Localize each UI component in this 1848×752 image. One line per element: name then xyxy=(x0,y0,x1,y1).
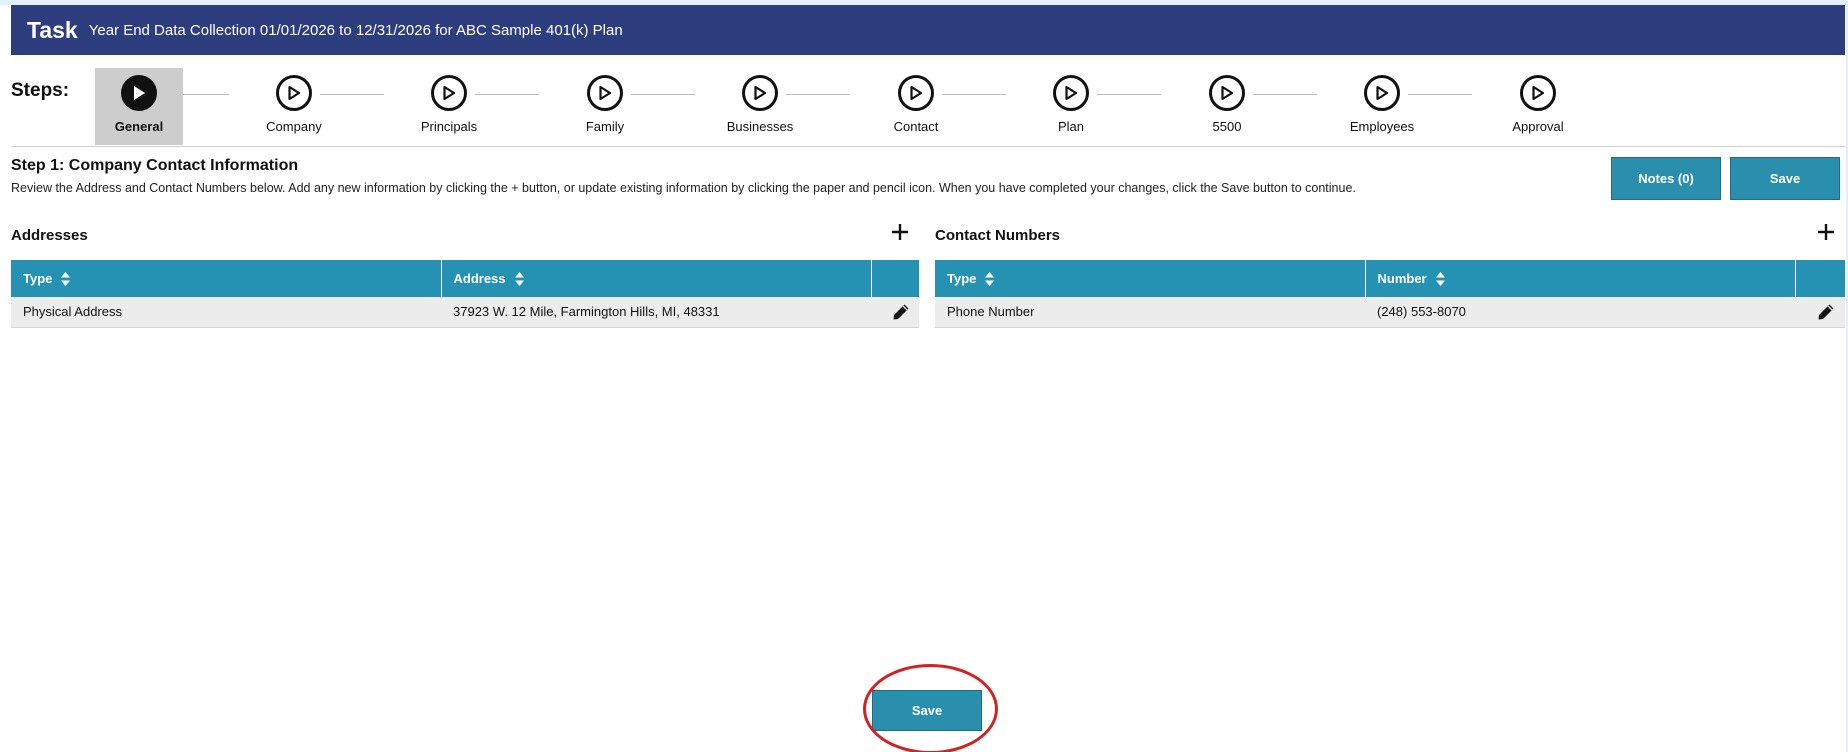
column-header-type[interactable]: Type xyxy=(935,260,1366,297)
edit-cell xyxy=(871,297,919,328)
task-header: Task Year End Data Collection 01/01/2026… xyxy=(11,5,1845,55)
step-label: Businesses xyxy=(726,119,794,134)
step-businesses[interactable]: Businesses xyxy=(716,68,804,145)
play-circle-icon xyxy=(121,75,157,111)
edit-cell xyxy=(1795,297,1845,328)
step-company[interactable]: Company xyxy=(250,68,338,145)
column-header-label: Address xyxy=(453,270,506,286)
step-instructions: Review the Address and Contact Numbers b… xyxy=(11,181,1356,195)
contact-type-cell: Phone Number xyxy=(935,297,1365,328)
step-heading: Step 1: Company Contact Information xyxy=(11,157,299,174)
sort-icon[interactable] xyxy=(985,272,995,287)
column-header-label: Type xyxy=(23,270,53,286)
contact-numbers-table: Type Number Phone Number (248) 553-8070 xyxy=(935,260,1845,328)
step-label: Contact xyxy=(893,119,939,134)
play-circle-icon xyxy=(898,75,934,111)
step-label: Plan xyxy=(1057,119,1085,134)
play-circle-icon xyxy=(1209,75,1245,111)
step-employees[interactable]: Employees xyxy=(1338,68,1426,145)
column-header-type[interactable]: Type xyxy=(11,260,442,297)
step-5500[interactable]: 5500 xyxy=(1183,68,1271,145)
table-header-row: Type Address xyxy=(11,260,919,297)
step-label: 5500 xyxy=(1212,119,1242,134)
table-header-row: Type Number xyxy=(935,260,1845,297)
sort-icon[interactable] xyxy=(1435,272,1445,287)
save-button-bottom[interactable]: Save xyxy=(872,690,982,731)
step-label: Family xyxy=(585,119,625,134)
step-label: Principals xyxy=(420,119,478,134)
step-label: General xyxy=(114,119,164,134)
column-header-actions xyxy=(1795,260,1845,297)
table-row: Physical Address 37923 W. 12 Mile, Farmi… xyxy=(11,297,919,328)
page: Task Year End Data Collection 01/01/2026… xyxy=(0,5,1846,752)
sort-icon[interactable] xyxy=(514,272,524,287)
play-circle-icon xyxy=(1053,75,1089,111)
play-circle-icon xyxy=(742,75,778,111)
play-circle-icon xyxy=(431,75,467,111)
add-contact-plus-icon[interactable] xyxy=(1815,221,1837,243)
address-type-cell: Physical Address xyxy=(11,297,441,328)
task-title: Year End Data Collection 01/01/2026 to 1… xyxy=(88,21,623,39)
step-principals[interactable]: Principals xyxy=(405,68,493,145)
column-header-address[interactable]: Address xyxy=(441,260,872,297)
addresses-table: Type Address Physical Address 37923 W. 1… xyxy=(11,260,919,328)
addresses-title: Addresses xyxy=(11,227,88,244)
step-contact[interactable]: Contact xyxy=(872,68,960,145)
play-circle-icon xyxy=(587,75,623,111)
save-button-top[interactable]: Save xyxy=(1730,157,1840,200)
contact-numbers-title: Contact Numbers xyxy=(935,227,1061,244)
address-value-cell: 37923 W. 12 Mile, Farmington Hills, MI, … xyxy=(441,297,871,328)
column-header-actions xyxy=(871,260,919,297)
steps-bar: Steps: General Company Principals Family… xyxy=(11,63,1845,147)
play-circle-icon xyxy=(1364,75,1400,111)
sort-icon[interactable] xyxy=(61,272,71,287)
column-header-number[interactable]: Number xyxy=(1365,260,1796,297)
pencil-icon[interactable] xyxy=(1817,303,1835,321)
table-row: Phone Number (248) 553-8070 xyxy=(935,297,1845,328)
contact-number-cell: (248) 553-8070 xyxy=(1365,297,1795,328)
step-family[interactable]: Family xyxy=(561,68,649,145)
column-header-label: Type xyxy=(947,270,977,286)
column-header-label: Number xyxy=(1377,270,1427,286)
notes-button[interactable]: Notes (0) xyxy=(1611,157,1721,200)
step-label: Employees xyxy=(1349,119,1415,134)
pencil-icon[interactable] xyxy=(892,303,910,321)
step-approval[interactable]: Approval xyxy=(1494,68,1582,145)
play-circle-icon xyxy=(276,75,312,111)
step-label: Company xyxy=(266,119,322,134)
add-address-plus-icon[interactable] xyxy=(889,221,911,243)
step-general[interactable]: General xyxy=(95,68,183,145)
steps-label: Steps: xyxy=(11,80,70,101)
task-label: Task xyxy=(27,16,78,43)
step-plan[interactable]: Plan xyxy=(1027,68,1115,145)
step-label: Approval xyxy=(1512,119,1564,134)
play-circle-icon xyxy=(1520,75,1556,111)
